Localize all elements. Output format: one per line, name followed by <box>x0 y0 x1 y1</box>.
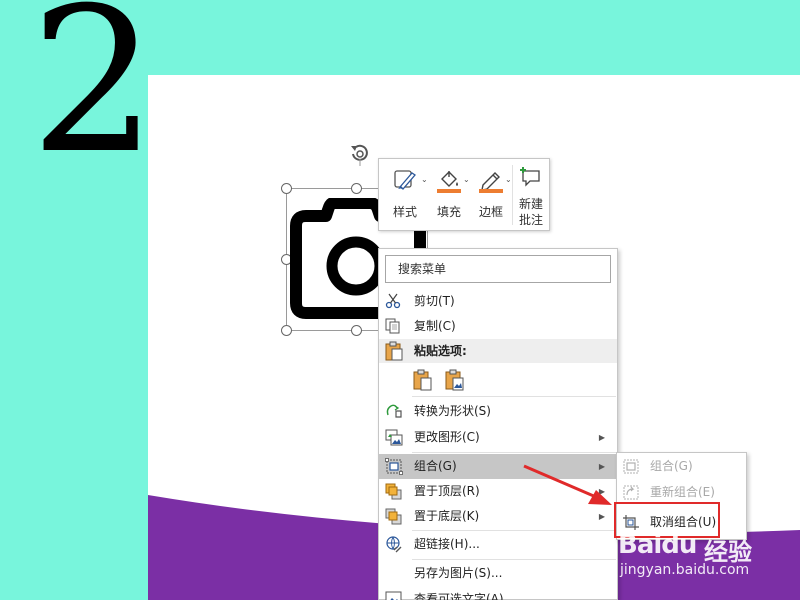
menu-search-input[interactable]: 搜索菜单 <box>385 255 611 283</box>
submenu-item-group-label: 组合(G) <box>650 459 693 473</box>
menu-item-hyperlink-label: 超链接(H)... <box>414 537 480 551</box>
scissors-icon <box>385 293 401 309</box>
fill-dropdown-arrow[interactable]: ⌄ <box>463 175 470 184</box>
menu-item-copy[interactable]: 复制(C) <box>379 314 617 339</box>
menu-item-convert-to-shape-label: 转换为形状(S) <box>414 404 491 418</box>
submenu-item-group[interactable]: 组合(G) <box>617 454 746 479</box>
resize-handle-bottom[interactable] <box>351 325 362 336</box>
style-dropdown-arrow[interactable]: ⌄ <box>421 175 428 184</box>
resize-handle-top-left[interactable] <box>281 183 292 194</box>
menu-item-hyperlink[interactable]: 超链接(H)... <box>379 532 617 557</box>
submenu-arrow-icon: ▶ <box>598 512 605 521</box>
hyperlink-globe-icon <box>386 536 402 553</box>
fill-label: 填充 <box>436 205 461 219</box>
new-comment-label: 新建 批注 <box>513 196 549 228</box>
menu-item-send-to-back-label: 置于底层(K) <box>414 509 480 523</box>
rotate-handle-icon[interactable] <box>345 140 375 166</box>
menu-item-bring-to-front[interactable]: 置于顶层(R) ▶ <box>379 479 617 504</box>
menu-item-cut[interactable]: 剪切(T) <box>379 289 617 314</box>
resize-handle-top[interactable] <box>351 183 362 194</box>
change-picture-icon <box>385 429 403 446</box>
menu-separator <box>412 559 616 560</box>
paste-keep-source-icon[interactable] <box>413 369 433 391</box>
border-button[interactable]: ⌄ 边框 <box>471 159 512 232</box>
fill-button[interactable]: ⌄ 填充 <box>429 159 470 232</box>
send-to-back-icon <box>385 508 402 525</box>
new-comment-label-line1: 新建 <box>518 197 543 211</box>
menu-item-send-to-back[interactable]: 置于底层(K) ▶ <box>379 504 617 529</box>
menu-item-group[interactable]: 组合(G) ▶ <box>379 454 617 479</box>
resize-handle-bottom-left[interactable] <box>281 325 292 336</box>
menu-item-alt-text[interactable]: 查看可选文字(A)... <box>379 587 617 600</box>
menu-item-alt-text-label: 查看可选文字(A)... <box>414 592 516 600</box>
mini-toolbar: ⌄ 样式 ⌄ 填充 ⌄ 边框 新建 批注 <box>378 158 550 231</box>
menu-item-group-label: 组合(G) <box>414 459 457 473</box>
bring-to-front-icon <box>385 483 402 500</box>
context-menu: 搜索菜单 剪切(T) 复制(C) 粘贴选项: 转换为形状(S) 更改图形(C) … <box>378 248 618 600</box>
menu-separator <box>412 396 616 397</box>
menu-separator <box>412 452 616 453</box>
menu-item-cut-label: 剪切(T) <box>414 294 455 308</box>
copy-icon <box>385 318 400 334</box>
paint-bucket-icon <box>437 171 461 193</box>
convert-shape-icon <box>386 404 402 418</box>
menu-item-copy-label: 复制(C) <box>414 319 456 333</box>
menu-item-bring-to-front-label: 置于顶层(R) <box>414 484 480 498</box>
border-dropdown-arrow[interactable]: ⌄ <box>505 175 512 184</box>
menu-item-change-picture-label: 更改图形(C) <box>414 430 480 444</box>
border-label: 边框 <box>478 205 503 219</box>
step-number: 2 <box>30 0 158 198</box>
style-button[interactable]: ⌄ 样式 <box>385 159 428 232</box>
group-icon <box>623 459 639 474</box>
new-comment-label-line2: 批注 <box>518 213 543 227</box>
brush-style-icon <box>394 170 416 190</box>
style-label: 样式 <box>392 205 417 219</box>
watermark-brand: Baidu <box>618 530 697 560</box>
watermark-url: jingyan.baidu.com <box>620 562 750 578</box>
menu-separator <box>412 530 616 531</box>
paste-picture-icon[interactable] <box>445 369 465 391</box>
menu-item-save-as-picture-label: 另存为图片(S)... <box>414 566 503 580</box>
pen-outline-icon <box>479 172 503 193</box>
menu-item-convert-to-shape[interactable]: 转换为形状(S) <box>379 399 617 424</box>
submenu-arrow-icon: ▶ <box>598 433 605 442</box>
paste-options-label: 粘贴选项: <box>414 344 467 358</box>
submenu-arrow-icon: ▶ <box>598 487 605 496</box>
alt-text-icon <box>385 591 402 600</box>
menu-item-change-picture[interactable]: 更改图形(C) ▶ <box>379 425 617 450</box>
clipboard-icon <box>385 341 403 361</box>
submenu-arrow-icon: ▶ <box>598 462 605 471</box>
menu-item-save-as-picture[interactable]: 另存为图片(S)... <box>379 561 617 586</box>
paste-options-header: 粘贴选项: <box>379 339 617 363</box>
new-comment-button[interactable]: 新建 批注 <box>513 159 549 232</box>
new-comment-icon <box>520 167 540 187</box>
group-icon <box>385 458 403 475</box>
regroup-icon <box>623 485 639 500</box>
